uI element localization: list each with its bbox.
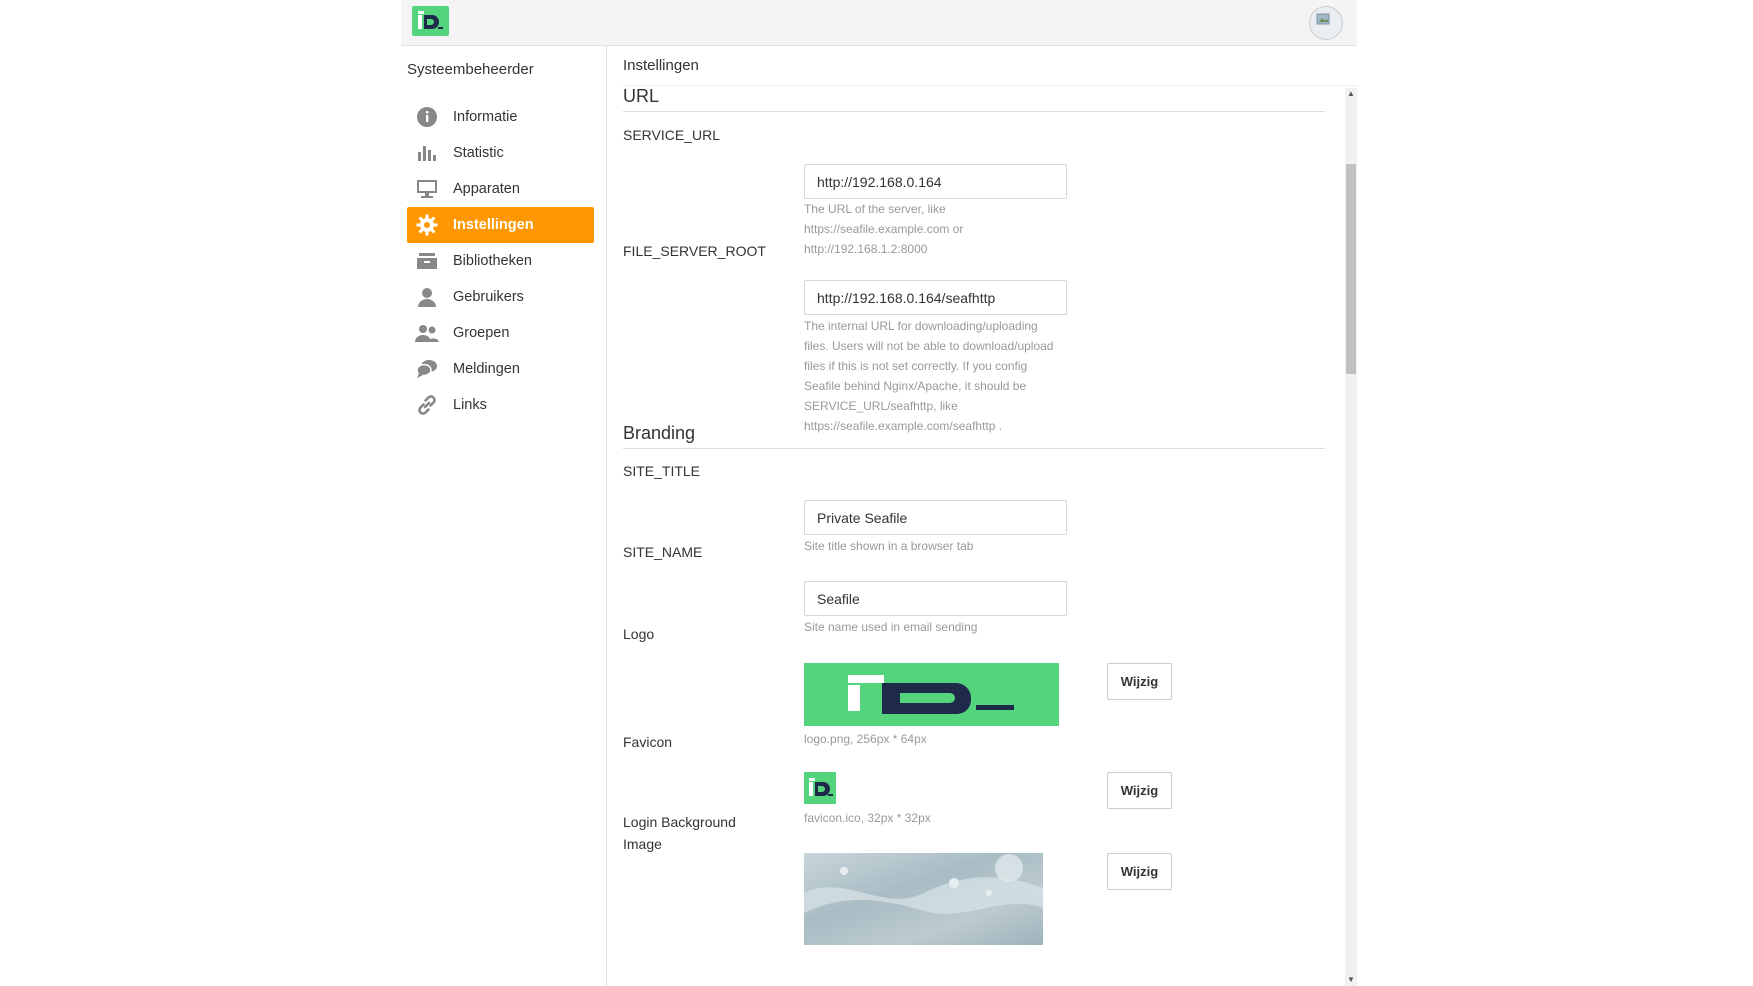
sidebar-item-statistic[interactable]: Statistic xyxy=(407,135,594,171)
gear-icon xyxy=(415,213,439,237)
logo-info: logo.png, 256px * 64px xyxy=(804,732,927,746)
service-url-help: The URL of the server, like https://seaf… xyxy=(804,202,964,256)
sidebar-item-instellingen[interactable]: Instellingen xyxy=(407,207,594,243)
app-window: Systeembeheerder Informatie Statistic Ap… xyxy=(401,0,1357,986)
site-name-input[interactable] xyxy=(804,581,1067,616)
scroll-up-icon[interactable]: ▲ xyxy=(1347,90,1355,98)
change-logo-button[interactable]: Wijzig xyxy=(1107,663,1172,700)
sidebar-item-links[interactable]: Links xyxy=(407,387,594,423)
change-login-bg-button[interactable]: Wijzig xyxy=(1107,853,1172,890)
sidebar-item-label: Instellingen xyxy=(453,217,534,233)
site-title-label: SITE_TITLE xyxy=(623,463,701,479)
sidebar-item-label: Apparaten xyxy=(453,181,520,197)
admin-sidebar: Systeembeheerder Informatie Statistic Ap… xyxy=(401,46,607,986)
file-server-root-help: The internal URL for downloading/uploadi… xyxy=(804,319,1054,433)
service-url-input[interactable] xyxy=(804,164,1067,199)
group-icon xyxy=(415,321,439,345)
user-avatar-icon[interactable] xyxy=(1309,6,1343,40)
site-name-help: Site name used in email sending xyxy=(804,620,978,634)
sidebar-item-label: Links xyxy=(453,397,487,413)
sidebar-item-label: Informatie xyxy=(453,109,518,125)
login-background-preview-image xyxy=(804,853,1043,945)
sidebar-item-groepen[interactable]: Groepen xyxy=(407,315,594,351)
section-title-url: URL xyxy=(623,86,1325,112)
section-title-branding: Branding xyxy=(623,423,1325,449)
sidebar-item-informatie[interactable]: Informatie xyxy=(407,99,594,135)
link-icon xyxy=(415,393,439,417)
settings-content: URL SERVICE_URL The URL of the server, l… xyxy=(623,86,1325,986)
site-logo-icon[interactable] xyxy=(412,6,449,36)
monitor-icon xyxy=(415,177,439,201)
login-bg-label: Login Background Image xyxy=(623,814,736,852)
scroll-down-icon[interactable]: ▼ xyxy=(1347,976,1355,984)
sidebar-item-apparaten[interactable]: Apparaten xyxy=(407,171,594,207)
bar-chart-icon xyxy=(415,141,439,165)
chat-icon xyxy=(415,357,439,381)
library-icon xyxy=(415,249,439,273)
sidebar-item-label: Gebruikers xyxy=(453,289,524,305)
favicon-preview-image xyxy=(804,772,836,804)
favicon-label: Favicon xyxy=(623,734,673,750)
sidebar-item-label: Groepen xyxy=(453,325,510,341)
sidebar-heading: Systeembeheerder xyxy=(407,61,534,78)
top-bar xyxy=(401,0,1357,46)
site-title-help: Site title shown in a browser tab xyxy=(804,539,974,553)
service-url-label: SERVICE_URL xyxy=(623,127,721,143)
sidebar-item-label: Meldingen xyxy=(453,361,520,377)
sidebar-item-gebruikers[interactable]: Gebruikers xyxy=(407,279,594,315)
favicon-info: favicon.ico, 32px * 32px xyxy=(804,811,931,825)
change-favicon-button[interactable]: Wijzig xyxy=(1107,772,1172,809)
file-server-root-input[interactable] xyxy=(804,280,1067,315)
file-server-root-label: FILE_SERVER_ROOT xyxy=(623,243,766,259)
site-title-input[interactable] xyxy=(804,500,1067,535)
admin-nav: Informatie Statistic Apparaten Instellin… xyxy=(407,99,594,423)
page-title: Instellingen xyxy=(623,46,1357,86)
sidebar-item-bibliotheken[interactable]: Bibliotheken xyxy=(407,243,594,279)
logo-label: Logo xyxy=(623,626,655,642)
sidebar-item-meldingen[interactable]: Meldingen xyxy=(407,351,594,387)
user-icon xyxy=(415,285,439,309)
site-name-label: SITE_NAME xyxy=(623,544,703,560)
logo-preview-image xyxy=(804,663,1059,726)
scrollbar-thumb[interactable] xyxy=(1346,164,1356,374)
settings-main: Instellingen URL SERVICE_URL The URL of … xyxy=(607,46,1357,986)
info-icon xyxy=(415,105,439,129)
sidebar-item-label: Statistic xyxy=(453,145,504,161)
sidebar-item-label: Bibliotheken xyxy=(453,253,532,269)
content-scrollbar[interactable]: ▲ ▼ xyxy=(1345,88,1357,986)
